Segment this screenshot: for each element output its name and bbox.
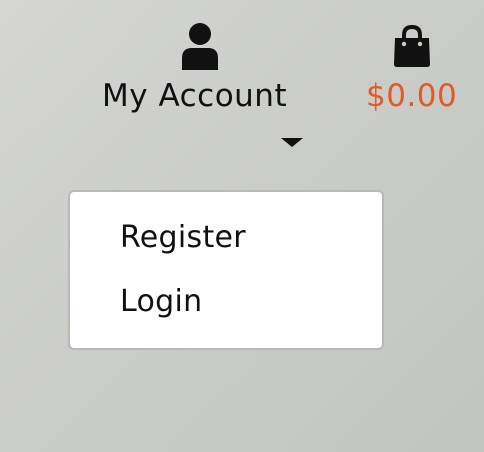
user-icon xyxy=(182,23,218,70)
register-link[interactable]: Register xyxy=(120,218,246,258)
cart-total: $0.00 xyxy=(366,78,458,114)
shopping-bag-icon xyxy=(394,24,430,67)
login-link[interactable]: Login xyxy=(120,282,202,322)
my-account-label: My Account xyxy=(102,78,288,114)
account-dropdown-menu: Register Login xyxy=(68,190,384,350)
cart-button[interactable]: $0.00 xyxy=(362,18,466,118)
my-account-toggle[interactable]: My Account xyxy=(100,18,304,150)
caret-down-icon xyxy=(281,138,303,147)
